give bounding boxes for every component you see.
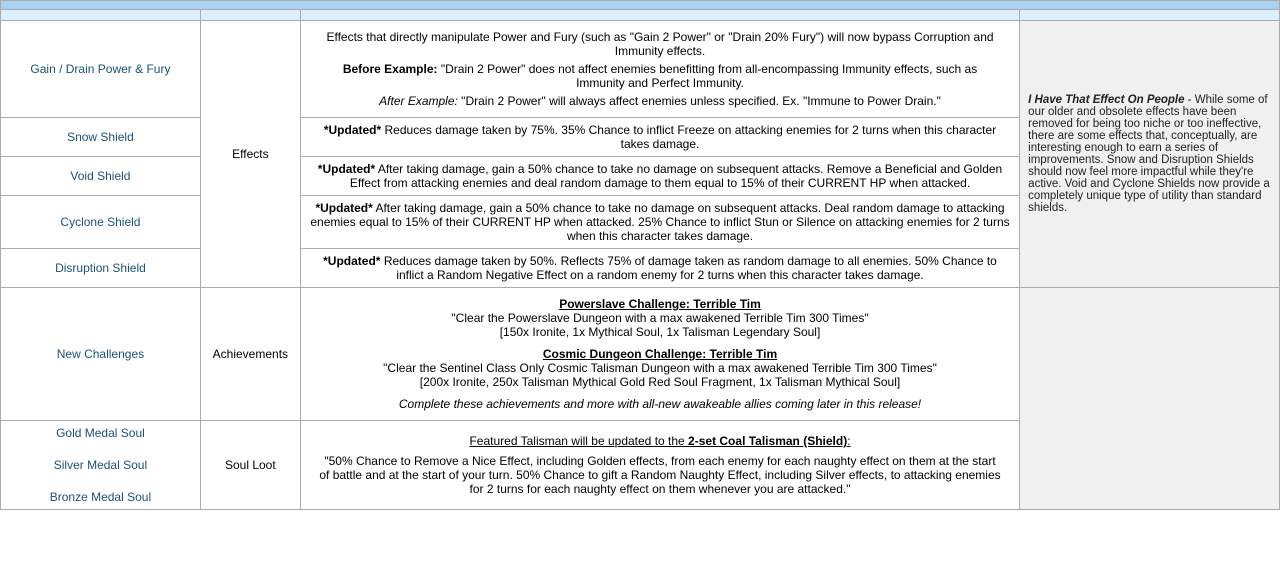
desc-cell-cyclone-shield: *Updated* After taking damage, gain a 50… — [300, 196, 1019, 249]
bronze-medal-soul: Bronze Medal Soul — [9, 490, 192, 504]
desc-cell-void-shield: *Updated* After taking damage, gain a 50… — [300, 157, 1019, 196]
col-header-content — [1, 10, 201, 21]
desc-cell-snow-shield: *Updated* Reduces damage taken by 75%. 3… — [300, 118, 1019, 157]
content-cell-cyclone-shield: Cyclone Shield — [1, 196, 201, 249]
side-note: I Have That Effect On People - While som… — [1020, 21, 1280, 288]
side-note-soul-loot — [1020, 288, 1280, 510]
type-cell-achievements: Achievements — [200, 288, 300, 421]
content-cell-disruption-shield: Disruption Shield — [1, 249, 201, 288]
col-header-type — [200, 10, 300, 21]
col-header-sidenote — [1020, 10, 1280, 21]
gold-medal-soul: Gold Medal Soul — [9, 426, 192, 440]
type-cell-soul-loot: Soul Loot — [200, 421, 300, 510]
content-cell: Gain / Drain Power & Fury — [1, 21, 201, 118]
desc-cell-power-fury: Effects that directly manipulate Power a… — [300, 21, 1019, 118]
table-row: Gain / Drain Power & Fury Effects Effect… — [1, 21, 1280, 118]
content-cell-snow-shield: Snow Shield — [1, 118, 201, 157]
content-cell-new-challenges: New Challenges — [1, 288, 201, 421]
section-title — [1, 1, 1280, 10]
desc-cell-soul-loot: Featured Talisman will be updated to the… — [300, 421, 1019, 510]
desc-cell-disruption-shield: *Updated* Reduces damage taken by 50%. R… — [300, 249, 1019, 288]
silver-medal-soul: Silver Medal Soul — [9, 458, 192, 472]
main-table: Gain / Drain Power & Fury Effects Effect… — [0, 0, 1280, 510]
desc-cell-new-challenges: Powerslave Challenge: Terrible Tim "Clea… — [300, 288, 1019, 421]
section-header — [1, 1, 1280, 10]
type-cell-effects: Effects — [200, 21, 300, 288]
col-header-description — [300, 10, 1019, 21]
content-cell-void-shield: Void Shield — [1, 157, 201, 196]
table-row: New Challenges Achievements Powerslave C… — [1, 288, 1280, 421]
content-cell-medal-souls: Gold Medal Soul Silver Medal Soul Bronze… — [1, 421, 201, 510]
column-headers — [1, 10, 1280, 21]
